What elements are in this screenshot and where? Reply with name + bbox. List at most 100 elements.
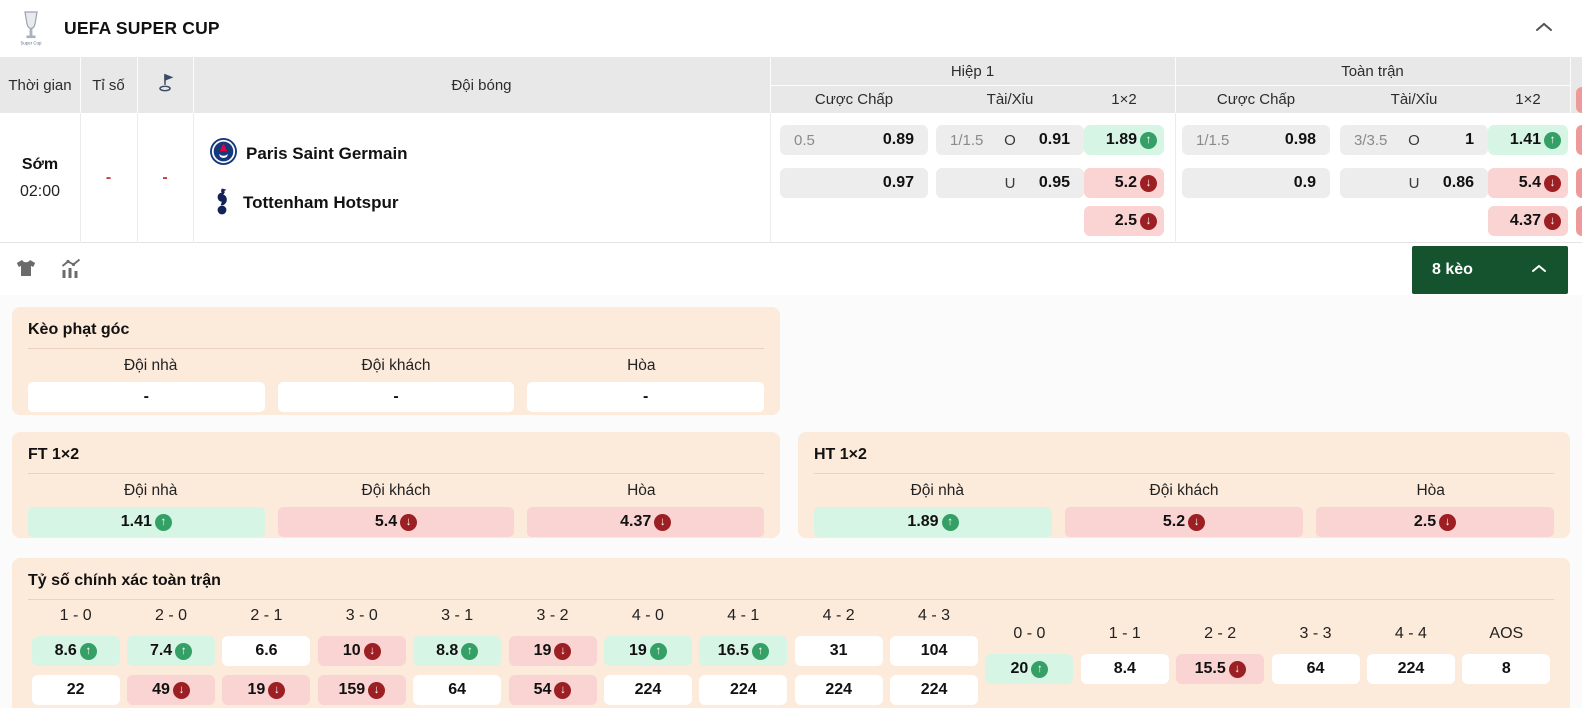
score-column-2-2: 2 - 2 15.5 ↓ — [1173, 607, 1268, 705]
score-odds[interactable]: 20 ↑ — [985, 654, 1074, 684]
score-odds[interactable]: 7.4 ↑ — [127, 636, 216, 666]
trend-down-icon: ↓ — [1188, 513, 1206, 531]
score-odds[interactable]: 159 ↓ — [317, 675, 406, 705]
match-time: Sớm 02:00 — [0, 113, 80, 243]
ft-1x2-draw-odds[interactable]: 4.37 ↓ — [1488, 206, 1568, 236]
score-label: 4 - 2 — [822, 607, 855, 624]
odds-table-header: Thời gian Tỉ số Đội bóng Hiệp 1 Toàn trậ… — [0, 57, 1582, 113]
score-odds[interactable]: 22 — [31, 675, 120, 705]
ft-handicap-home-odds[interactable]: 1/1.5 0.98 — [1182, 125, 1330, 155]
h1-1x2-draw-odds[interactable]: 2.5 ↓ — [1084, 206, 1164, 236]
odds-value: 8.8 — [436, 642, 459, 659]
ft-1x2-home-odds[interactable]: 1.41 ↑ — [1488, 125, 1568, 155]
h1-handicap-away-odds[interactable]: 0.97 — [780, 168, 928, 198]
corner-away-odds[interactable]: - — [277, 382, 515, 412]
odds-value: 20 — [1010, 660, 1029, 677]
odds-value: 54 — [533, 681, 552, 698]
trend-up-icon: ↑ — [1031, 660, 1049, 678]
score-odds[interactable]: 224 — [1366, 654, 1455, 684]
score-odds[interactable]: 8 — [1462, 654, 1551, 684]
trend-up-icon: ↑ — [751, 642, 769, 660]
clipped-odds-cell — [1576, 125, 1582, 155]
score-odds[interactable]: 6.6 — [222, 636, 311, 666]
handicap-line: 1/1.5 — [1196, 131, 1230, 149]
odds-value: 2.5 — [1114, 212, 1137, 229]
score-column-4-3: 4 - 3 104 224 — [886, 607, 981, 705]
score-odds[interactable]: 104 — [890, 636, 979, 666]
group-header-half1: Hiệp 1 — [950, 62, 995, 80]
score-column-1-1: 1 - 1 8.4 — [1077, 607, 1172, 705]
clipped-odds-cell — [1576, 168, 1582, 198]
home-team-row[interactable]: Paris Saint Germain — [210, 138, 408, 170]
score-odds[interactable]: 19 ↓ — [222, 675, 311, 705]
odds-value: 4.37 — [1509, 212, 1541, 229]
odds-count-button[interactable]: 8 kèo — [1412, 246, 1568, 294]
stats-chart-icon[interactable] — [58, 257, 84, 286]
ft-under-odds[interactable]: U 0.86 — [1340, 168, 1488, 198]
odds-value: 2.5 — [1413, 513, 1437, 530]
match-kickoff-time: 02:00 — [19, 182, 61, 200]
h1-over-odds[interactable]: 1/1.5 O 0.91 — [936, 125, 1084, 155]
h1-handicap-home-odds[interactable]: 0.5 0.89 — [780, 125, 928, 155]
score-odds[interactable]: 8.6 ↑ — [31, 636, 120, 666]
score-odds[interactable]: 224 — [603, 675, 692, 705]
corner-home-odds[interactable]: - — [28, 382, 265, 412]
score-label: 3 - 1 — [441, 607, 474, 624]
league-header: Super Cup UEFA SUPER CUP — [0, 0, 1582, 57]
ht-draw-odds[interactable]: 2.5 ↓ — [1316, 507, 1554, 537]
clipped-odds-cell — [1576, 206, 1582, 236]
score-odds[interactable]: 54 ↓ — [508, 675, 597, 705]
score-odds[interactable]: 224 — [890, 675, 979, 705]
score-odds[interactable]: 49 ↓ — [127, 675, 216, 705]
score-column-0-0: 0 - 0 20 ↑ — [982, 607, 1077, 705]
score-odds[interactable]: 19 ↑ — [603, 636, 692, 666]
score-odds[interactable]: 10 ↓ — [317, 636, 406, 666]
trend-down-icon: ↓ — [1544, 174, 1561, 192]
score-odds[interactable]: 15.5 ↓ — [1176, 654, 1265, 684]
odds-value: 1.41 — [1509, 131, 1541, 148]
score-odds[interactable]: 19 ↓ — [508, 636, 597, 666]
jersey-icon[interactable] — [14, 257, 38, 286]
ht-away-odds[interactable]: 5.2 ↓ — [1065, 507, 1303, 537]
h1-1x2-home-odds[interactable]: 1.89 ↑ — [1084, 125, 1164, 155]
away-column-label: Đội khách — [361, 357, 431, 374]
ft-over-odds[interactable]: 3/3.5 O 1 — [1340, 125, 1488, 155]
trend-up-icon: ↑ — [79, 642, 97, 660]
odds-value: 0.95 — [1038, 174, 1070, 191]
ft-handicap-away-odds[interactable]: 0.9 — [1182, 168, 1330, 198]
ht-card-title: HT 1×2 — [814, 446, 1554, 474]
ht-home-odds[interactable]: 1.89 ↑ — [814, 507, 1052, 537]
h1-1x2-away-odds[interactable]: 5.2 ↓ — [1084, 168, 1164, 198]
col-header-score: Tỉ số — [92, 76, 125, 94]
score-odds[interactable]: 16.5 ↑ — [699, 636, 788, 666]
score-label: 0 - 0 — [1013, 625, 1046, 642]
league-title: UEFA SUPER CUP — [64, 18, 220, 38]
collapse-league-chevron-up-icon[interactable] — [1534, 20, 1554, 38]
odds-value: 19 — [629, 642, 647, 659]
score-odds[interactable]: 31 — [794, 636, 883, 666]
ft-away-odds[interactable]: 5.4 ↓ — [277, 507, 515, 537]
score-odds[interactable]: 8.4 — [1080, 654, 1169, 684]
away-team-row[interactable]: Tottenham Hotspur — [210, 188, 399, 217]
score-odds[interactable]: 64 — [413, 675, 502, 705]
ft-draw-odds[interactable]: 4.37 ↓ — [527, 507, 765, 537]
odds-value: 8 — [1501, 660, 1511, 677]
ft-1x2-away-odds[interactable]: 5.4 ↓ — [1488, 168, 1568, 198]
score-odds[interactable]: 8.8 ↑ — [413, 636, 502, 666]
trend-down-icon: ↓ — [368, 681, 386, 699]
odds-value: 104 — [920, 642, 948, 659]
over-label: O — [1408, 131, 1420, 149]
score-label: 1 - 1 — [1108, 625, 1141, 642]
score-odds[interactable]: 224 — [794, 675, 883, 705]
score-column-3-0: 3 - 0 10 ↓ 159 ↓ — [314, 607, 409, 705]
col-header-time: Thời gian — [8, 76, 72, 94]
psg-club-crest-icon — [210, 138, 237, 170]
corner-draw-odds[interactable]: - — [527, 382, 765, 412]
h1-under-odds[interactable]: U 0.95 — [936, 168, 1084, 198]
ft-home-odds[interactable]: 1.41 ↑ — [28, 507, 265, 537]
trend-down-icon: ↓ — [400, 513, 418, 531]
ft-card-title: FT 1×2 — [28, 446, 764, 474]
score-odds[interactable]: 224 — [699, 675, 788, 705]
odds-value: 224 — [729, 681, 757, 698]
score-odds[interactable]: 64 — [1271, 654, 1360, 684]
